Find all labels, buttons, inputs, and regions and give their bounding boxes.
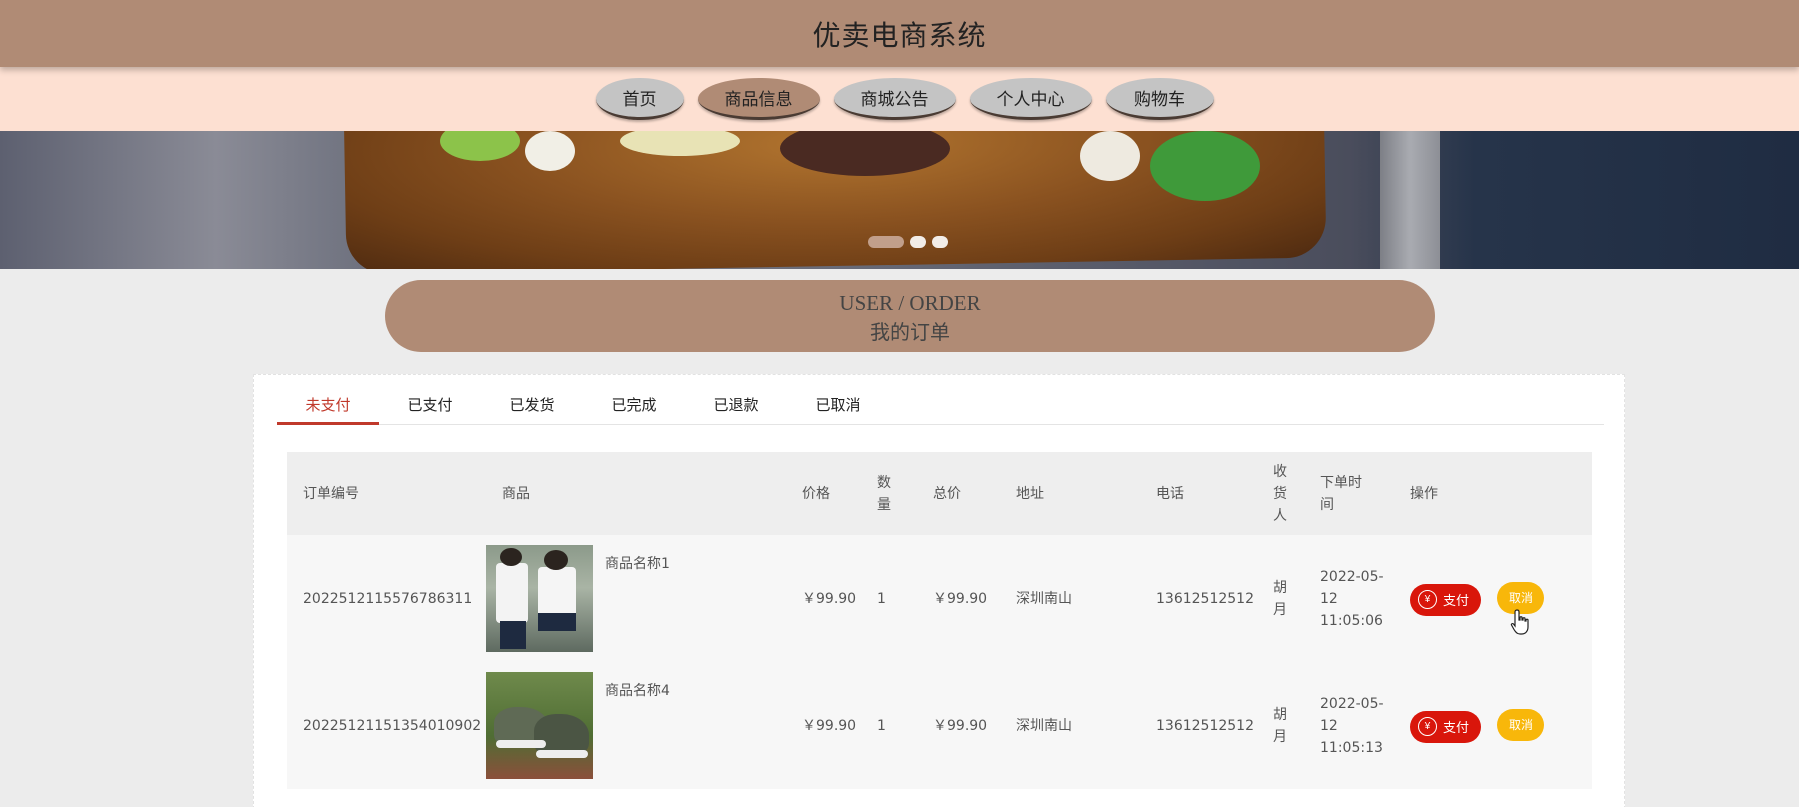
cell-phone: 13612512512 (1156, 717, 1254, 734)
carousel-dot-3[interactable] (932, 236, 948, 248)
site-header: 优卖电商系统 (0, 0, 1799, 67)
section-title-en: USER / ORDER (839, 291, 981, 315)
header-phone: 电话 (1156, 485, 1184, 502)
section-title-cn: 我的订单 (870, 322, 950, 344)
school-uniform-photo-icon[interactable] (486, 545, 593, 652)
tab-refunded[interactable]: 已退款 (685, 389, 787, 425)
cell-total: ￥99.90 (933, 717, 988, 734)
nav-item-cart[interactable]: 购物车 (1105, 78, 1214, 120)
site-title: 优卖电商系统 (812, 18, 987, 52)
tab-cancelled[interactable]: 已取消 (787, 389, 889, 425)
tab-completed[interactable]: 已完成 (583, 389, 685, 425)
cell-receiver-text: 胡月 (1273, 579, 1287, 618)
banner-carousel[interactable] (0, 131, 1799, 269)
header-qty: 数量 (869, 452, 917, 535)
cancel-button[interactable]: 取消 (1497, 708, 1545, 741)
cell-goods: 商品名称4 (486, 662, 786, 789)
main-nav: 首页 商品信息 商城公告 个人中心 购物车 (0, 67, 1799, 131)
tab-shipped[interactable]: 已发货 (481, 389, 583, 425)
carousel-dot-2[interactable] (910, 236, 926, 248)
header-time: 下单时间 (1312, 452, 1402, 535)
header-address: 地址 (1016, 485, 1044, 502)
pay-button-label: 支付 (1443, 593, 1470, 608)
header-time-text: 下单时间 (1320, 474, 1362, 513)
cell-address: 深圳南山 (1016, 717, 1072, 734)
table-row: 20225121151354010902 商品名称4 ￥99.90 1 ￥99.… (287, 662, 1592, 789)
nav-item-home[interactable]: 首页 (595, 78, 684, 120)
header-price: 价格 (802, 485, 830, 502)
hand-pointer-icon (1510, 609, 1529, 635)
cell-actions: ¥ 支付 取消 (1402, 662, 1592, 789)
header-goods: 商品 (502, 485, 530, 502)
nav-item-announcements[interactable]: 商城公告 (833, 78, 956, 120)
cell-address: 深圳南山 (1016, 590, 1072, 607)
nav-item-products[interactable]: 商品信息 (697, 78, 820, 120)
carousel-dot-1[interactable] (868, 236, 904, 248)
carousel-dots (868, 236, 948, 248)
cell-goods: 商品名称1 (486, 535, 786, 662)
yen-icon: ¥ (1418, 590, 1437, 609)
orders-panel: 未支付 已支付 已发货 已完成 已退款 已取消 订单编号 商品 价格 数量 总价… (253, 374, 1625, 807)
cell-receiver: 胡月 (1265, 662, 1312, 789)
banner-veg-4 (1080, 131, 1140, 181)
pay-button-label: 支付 (1443, 720, 1470, 735)
nav-item-profile[interactable]: 个人中心 (969, 78, 1092, 120)
goods-block: 商品名称4 (486, 672, 786, 779)
header-qty-text: 数量 (877, 474, 891, 513)
cell-time-text: 2022-05-12 11:05:06 (1320, 568, 1384, 629)
cell-qty: 1 (877, 717, 886, 734)
cell-time: 2022-05-12 11:05:13 (1312, 662, 1402, 789)
goods-name[interactable]: 商品名称1 (605, 553, 670, 575)
cell-price: ￥99.90 (802, 590, 857, 607)
tab-paid[interactable]: 已支付 (379, 389, 481, 425)
cell-total: ￥99.90 (933, 590, 988, 607)
tab-unpaid[interactable]: 未支付 (277, 389, 379, 425)
table-header-row: 订单编号 商品 价格 数量 总价 地址 电话 收货人 下单时间 操作 (287, 452, 1592, 535)
cell-time-text: 2022-05-12 11:05:13 (1320, 695, 1384, 756)
cell-order-no: 20225121151354010902 (303, 717, 482, 734)
cell-receiver-text: 胡月 (1273, 706, 1287, 745)
cell-order-no: 2022512115576786311 (303, 590, 473, 607)
pay-button[interactable]: ¥ 支付 (1410, 710, 1482, 743)
cell-phone: 13612512512 (1156, 590, 1254, 607)
banner-veg-2 (525, 131, 575, 171)
cell-receiver: 胡月 (1265, 535, 1312, 662)
section-title: USER / ORDER 我的订单 (385, 280, 1435, 352)
cell-time: 2022-05-12 11:05:06 (1312, 535, 1402, 662)
header-total: 总价 (933, 485, 961, 502)
orders-table: 订单编号 商品 价格 数量 总价 地址 电话 收货人 下单时间 操作 20225… (287, 452, 1592, 789)
banner-cutting-board (1380, 131, 1440, 269)
header-actions: 操作 (1410, 485, 1438, 502)
banner-veg-5 (1150, 131, 1260, 201)
goods-block: 商品名称1 (486, 545, 786, 652)
cell-price: ￥99.90 (802, 717, 857, 734)
goods-name[interactable]: 商品名称4 (605, 680, 670, 702)
yen-icon: ¥ (1418, 717, 1437, 736)
cell-qty: 1 (877, 590, 886, 607)
header-receiver-text: 收货人 (1273, 463, 1287, 524)
table-row: 2022512115576786311 商品名称1 ￥99.90 1 ￥99.9… (287, 535, 1592, 662)
header-receiver: 收货人 (1265, 452, 1312, 535)
pay-button[interactable]: ¥ 支付 (1410, 583, 1482, 616)
cell-actions: ¥ 支付 取消 (1402, 535, 1592, 662)
camo-shoes-photo-icon[interactable] (486, 672, 593, 779)
order-status-tabs: 未支付 已支付 已发货 已完成 已退款 已取消 (277, 389, 1604, 425)
header-order-no: 订单编号 (303, 485, 359, 502)
